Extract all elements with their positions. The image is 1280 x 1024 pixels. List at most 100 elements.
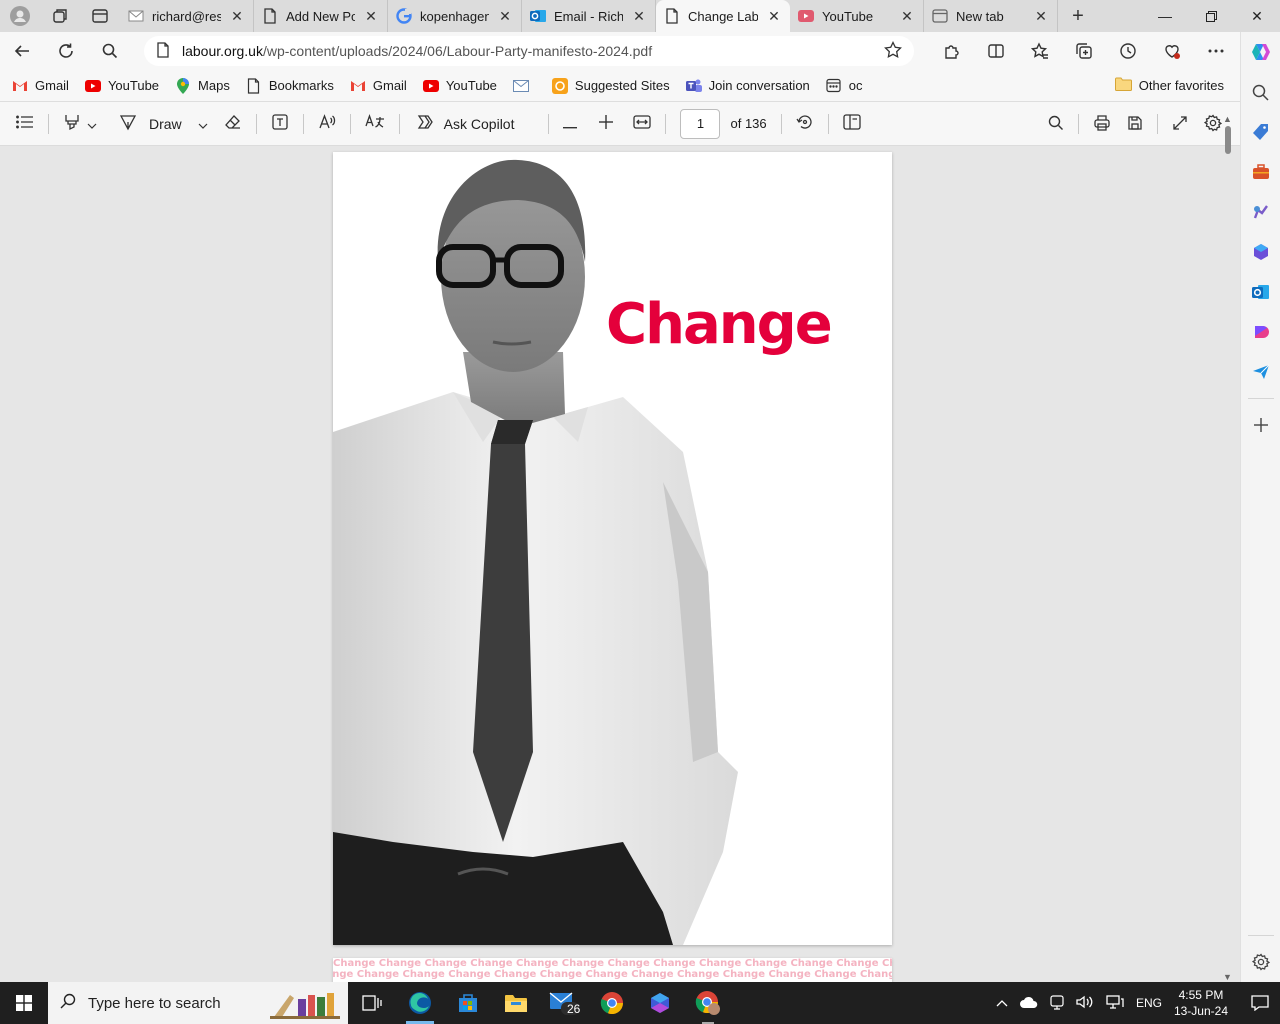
tab-google-search[interactable]: kopenhagen ✕ bbox=[388, 0, 522, 32]
rotate-button[interactable] bbox=[788, 108, 822, 140]
close-tab-icon[interactable]: ✕ bbox=[363, 8, 379, 25]
notifications-icon[interactable] bbox=[1240, 982, 1280, 1024]
page-number-input[interactable]: 1 bbox=[680, 108, 721, 139]
back-icon[interactable] bbox=[0, 32, 44, 70]
file-explorer-icon[interactable] bbox=[492, 982, 540, 1024]
read-aloud-button[interactable] bbox=[310, 108, 344, 140]
fit-to-width-button[interactable] bbox=[625, 108, 659, 140]
draw-button[interactable]: Draw bbox=[111, 108, 216, 140]
scroll-down-icon[interactable]: ▼ bbox=[1223, 972, 1232, 982]
add-sidebar-app-icon[interactable] bbox=[1241, 405, 1280, 445]
pdf-viewport[interactable]: Change Change Change Change Change Chang… bbox=[0, 146, 1240, 982]
microsoft-store-icon[interactable] bbox=[444, 982, 492, 1024]
tab-change-labour[interactable]: Change Labo ✕ bbox=[656, 0, 790, 32]
print-button[interactable] bbox=[1085, 108, 1119, 140]
favorite-suggested-sites[interactable]: Suggested Sites bbox=[551, 77, 670, 94]
tab-youtube[interactable]: YouTube ✕ bbox=[790, 0, 924, 32]
workspaces-icon[interactable] bbox=[40, 0, 80, 32]
more-menu-icon[interactable] bbox=[1194, 32, 1238, 70]
close-tab-icon[interactable]: ✕ bbox=[497, 8, 513, 25]
page-view-button[interactable] bbox=[835, 108, 869, 140]
address-url[interactable]: labour.org.uk/wp-content/uploads/2024/06… bbox=[182, 43, 872, 59]
onedrive-cloud-icon[interactable] bbox=[1019, 996, 1038, 1011]
task-view-icon[interactable] bbox=[348, 982, 396, 1024]
address-bar[interactable]: labour.org.uk/wp-content/uploads/2024/06… bbox=[144, 36, 914, 66]
new-tab-button[interactable]: + bbox=[1058, 0, 1098, 32]
favorite-gmail[interactable]: Gmail bbox=[12, 78, 69, 94]
highlight-button[interactable] bbox=[55, 108, 105, 140]
close-window-icon[interactable]: ✕ bbox=[1234, 0, 1280, 32]
find-button[interactable] bbox=[1040, 108, 1072, 140]
send-icon[interactable] bbox=[1241, 352, 1280, 392]
favorite-bookmarks[interactable]: Bookmarks bbox=[246, 77, 334, 94]
input-language[interactable]: ENG bbox=[1136, 996, 1162, 1010]
other-favorites-folder[interactable]: Other favorites bbox=[1114, 77, 1224, 94]
tools-briefcase-icon[interactable] bbox=[1241, 152, 1280, 192]
tab-actions-icon[interactable] bbox=[80, 0, 120, 32]
taskbar-search-box[interactable]: Type here to search bbox=[48, 982, 348, 1024]
scrollbar-thumb[interactable] bbox=[1225, 126, 1231, 154]
save-button[interactable] bbox=[1119, 108, 1151, 140]
favorite-star-icon[interactable] bbox=[884, 40, 902, 62]
close-tab-icon[interactable]: ✕ bbox=[229, 8, 245, 25]
favorite-maps[interactable]: Maps bbox=[175, 77, 230, 94]
favorite-oc[interactable]: oc bbox=[826, 78, 863, 94]
games-icon[interactable] bbox=[1241, 192, 1280, 232]
tab-add-new-post[interactable]: Add New Po ✕ bbox=[254, 0, 388, 32]
add-text-button[interactable] bbox=[263, 108, 297, 140]
mail-app-icon[interactable]: 26 bbox=[540, 982, 588, 1024]
minimize-icon[interactable]: — bbox=[1142, 0, 1188, 32]
network-icon[interactable] bbox=[1106, 994, 1124, 1012]
copilot-icon[interactable] bbox=[1241, 32, 1280, 72]
chrome-icon[interactable] bbox=[588, 982, 636, 1024]
microsoft-365-icon[interactable] bbox=[1241, 232, 1280, 272]
split-screen-icon[interactable] bbox=[974, 32, 1018, 70]
chevron-up-icon[interactable] bbox=[996, 996, 1008, 1010]
windows-start-icon[interactable] bbox=[0, 982, 48, 1024]
pdf-scrollbar[interactable]: ▲ ▼ bbox=[1222, 114, 1234, 982]
search-icon[interactable] bbox=[88, 32, 132, 70]
zoom-out-button[interactable] bbox=[555, 108, 585, 140]
close-tab-icon[interactable]: ✕ bbox=[766, 8, 782, 25]
clock[interactable]: 4:55 PM 13-Jun-24 bbox=[1174, 987, 1228, 1019]
extensions-icon[interactable] bbox=[930, 32, 974, 70]
tab-new-tab[interactable]: New tab ✕ bbox=[924, 0, 1058, 32]
zoom-in-button[interactable] bbox=[591, 108, 621, 140]
erase-button[interactable] bbox=[216, 108, 250, 140]
close-tab-icon[interactable]: ✕ bbox=[631, 8, 647, 25]
chevron-down-icon[interactable] bbox=[198, 116, 208, 132]
chrome-profile-icon[interactable] bbox=[684, 982, 732, 1024]
edge-taskbar-icon[interactable] bbox=[396, 982, 444, 1024]
copilot-taskbar-icon[interactable] bbox=[636, 982, 684, 1024]
favorite-youtube-2[interactable]: YouTube bbox=[422, 78, 497, 94]
sidebar-settings-gear-icon[interactable] bbox=[1241, 942, 1280, 982]
favorite-mail[interactable] bbox=[512, 78, 536, 94]
ask-copilot-button[interactable]: Ask Copilot bbox=[406, 108, 523, 140]
favorite-join-conversation[interactable]: Join conversation bbox=[685, 78, 810, 94]
designer-icon[interactable] bbox=[1241, 312, 1280, 352]
search-icon[interactable] bbox=[1241, 72, 1280, 112]
profile-avatar-icon[interactable] bbox=[0, 0, 40, 32]
favorite-youtube[interactable]: YouTube bbox=[84, 78, 159, 94]
close-tab-icon[interactable]: ✕ bbox=[899, 8, 915, 25]
contents-button[interactable] bbox=[8, 108, 42, 140]
favorite-gmail-2[interactable]: Gmail bbox=[350, 78, 407, 94]
tab-mail[interactable]: richard@resp ✕ bbox=[120, 0, 254, 32]
file-info-icon[interactable] bbox=[156, 41, 170, 61]
history-icon[interactable] bbox=[1106, 32, 1150, 70]
full-screen-button[interactable] bbox=[1164, 108, 1196, 140]
outlook-icon[interactable] bbox=[1241, 272, 1280, 312]
meet-now-icon[interactable] bbox=[1050, 994, 1064, 1013]
volume-icon[interactable] bbox=[1076, 995, 1094, 1012]
tab-outlook-email[interactable]: Email - Richa ✕ bbox=[522, 0, 656, 32]
close-tab-icon[interactable]: ✕ bbox=[1033, 8, 1049, 25]
chevron-down-icon[interactable] bbox=[87, 116, 97, 132]
restore-icon[interactable] bbox=[1188, 0, 1234, 32]
translate-button[interactable] bbox=[357, 108, 393, 140]
refresh-icon[interactable] bbox=[44, 32, 88, 70]
scroll-up-icon[interactable]: ▲ bbox=[1223, 114, 1232, 124]
favorites-icon[interactable] bbox=[1018, 32, 1062, 70]
browser-essentials-icon[interactable] bbox=[1150, 32, 1194, 70]
shopping-tag-icon[interactable] bbox=[1241, 112, 1280, 152]
collections-icon[interactable] bbox=[1062, 32, 1106, 70]
